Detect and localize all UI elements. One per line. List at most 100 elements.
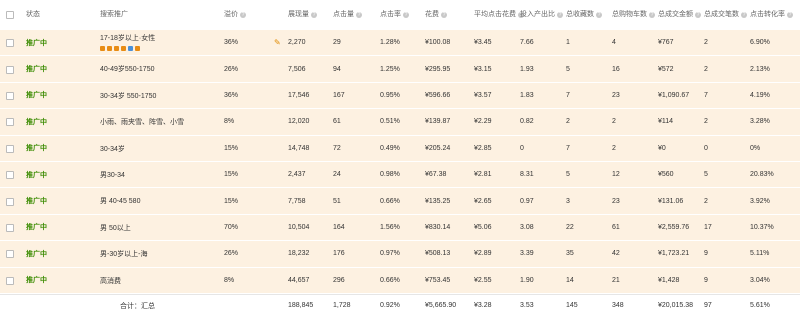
row-roi: 3.08 <box>520 223 534 231</box>
row-clicks: 61 <box>333 118 341 126</box>
row-conversion: 3.04% <box>750 276 770 284</box>
select-all-checkbox[interactable] <box>6 11 14 19</box>
row-cost: ¥753.45 <box>425 276 451 284</box>
copy-icon[interactable] <box>107 46 112 51</box>
row-sales-amount: ¥114 <box>658 118 674 126</box>
row-checkbox[interactable] <box>6 39 14 48</box>
row-cart: 42 <box>612 250 620 258</box>
edit-discount-icon[interactable]: ✎ <box>274 30 281 55</box>
help-icon[interactable]: ? <box>356 12 362 18</box>
row-sales-amount: ¥2,559.76 <box>658 223 690 231</box>
row-status[interactable]: 推广中 <box>26 83 47 108</box>
row-favorites: 35 <box>566 250 574 258</box>
row-checkbox[interactable] <box>6 250 14 259</box>
row-status[interactable]: 推广中 <box>26 109 47 134</box>
row-status[interactable]: 推广中 <box>26 241 47 266</box>
header-avg-cpc[interactable]: 平均点击花费? <box>474 0 524 30</box>
tag-icon[interactable] <box>100 46 105 51</box>
help-icon[interactable]: ? <box>403 12 409 18</box>
row-discount: 36% <box>224 39 239 47</box>
row-cost: ¥205.24 <box>425 144 451 152</box>
row-checkbox[interactable] <box>6 223 14 232</box>
row-impressions: 44,657 <box>288 276 310 284</box>
header-discount[interactable]: 溢价? <box>224 0 246 30</box>
row-ctr: 0.66% <box>380 276 400 284</box>
header-clicks[interactable]: 点击量? <box>333 0 362 30</box>
row-conversion: 10.37% <box>750 223 774 231</box>
edit-icon[interactable] <box>121 46 126 51</box>
row-sales-amount: ¥0 <box>658 144 666 152</box>
help-icon[interactable]: ? <box>557 12 563 18</box>
row-checkbox[interactable] <box>6 118 14 127</box>
row-avg-cpc: ¥5.06 <box>474 223 492 231</box>
row-conversion: 3.92% <box>750 197 770 205</box>
row-status[interactable]: 推广中 <box>26 56 47 81</box>
row-checkbox[interactable] <box>6 91 14 100</box>
row-sales-amount: ¥560 <box>658 171 674 179</box>
row-status[interactable]: 推广中 <box>26 215 47 240</box>
row-checkbox[interactable] <box>6 276 14 285</box>
row-sales-count: 9 <box>704 250 708 258</box>
header-conversion[interactable]: 点击转化率? <box>750 0 793 30</box>
report-table: 状态 搜索推广 溢价? 展现量? 点击量? 点击率? 花费? 平均点击花费? 投… <box>0 0 800 316</box>
table-row: 推广中 17-18岁以上·女性 36% ✎ 2,270 29 1.28% ¥100.08 ¥3.… <box>0 30 800 57</box>
table-row: 推广中 高消费 8% 44,657 296 0.66% ¥753.45 ¥2.55 1.90 14… <box>0 267 800 294</box>
total-label: 合计：汇总 <box>120 302 155 310</box>
row-ctr: 1.28% <box>380 39 400 47</box>
row-status[interactable]: 推广中 <box>26 188 47 213</box>
row-avg-cpc: ¥2.65 <box>474 197 492 205</box>
row-checkbox[interactable] <box>6 171 14 180</box>
row-checkbox[interactable] <box>6 144 14 153</box>
row-sales-amount: ¥1,090.67 <box>658 91 690 99</box>
row-status[interactable]: 推广中 <box>26 30 47 55</box>
header-cost[interactable]: 花费? <box>425 0 447 30</box>
header-favorites[interactable]: 总收藏数? <box>566 0 602 30</box>
row-keyword-text: 17-18岁以上·女性 <box>100 35 156 42</box>
chart-icon[interactable] <box>135 46 140 51</box>
total-favorites: 145 <box>566 302 578 309</box>
row-discount: 36% <box>224 91 239 99</box>
help-icon[interactable]: ? <box>311 12 317 18</box>
row-clicks: 24 <box>333 171 341 179</box>
row-favorites: 2 <box>566 118 570 126</box>
trend-icon[interactable] <box>128 46 133 51</box>
row-cart: 21 <box>612 276 620 284</box>
row-ctr: 0.51% <box>380 118 400 126</box>
header-impressions[interactable]: 展现量? <box>288 0 317 30</box>
row-status[interactable]: 推广中 <box>26 162 47 187</box>
help-icon[interactable]: ? <box>741 12 747 18</box>
row-status[interactable]: 推广中 <box>26 268 47 293</box>
row-avg-cpc: ¥2.81 <box>474 171 492 179</box>
total-conversion: 5.61% <box>750 302 770 309</box>
header-ctr[interactable]: 点击率? <box>380 0 409 30</box>
row-checkbox[interactable] <box>6 65 14 74</box>
header-sales-count[interactable]: 总成交笔数? <box>704 0 747 30</box>
header-sales-amount[interactable]: 总成交金额? <box>658 0 701 30</box>
help-icon[interactable]: ? <box>596 12 602 18</box>
row-status[interactable]: 推广中 <box>26 136 47 161</box>
row-sales-count: 9 <box>704 276 708 284</box>
row-ctr: 0.95% <box>380 91 400 99</box>
row-discount: 8% <box>224 276 235 284</box>
help-icon[interactable]: ? <box>240 12 246 18</box>
help-icon[interactable]: ? <box>649 12 655 18</box>
help-icon[interactable]: ? <box>441 12 447 18</box>
row-discount: 70% <box>224 223 239 231</box>
row-keyword: 男 40-45 580 <box>100 198 141 206</box>
header-cart[interactable]: 总购物车数? <box>612 0 655 30</box>
row-sales-count: 2 <box>704 118 708 126</box>
delete-icon[interactable] <box>114 46 119 51</box>
row-impressions: 14,748 <box>288 144 310 152</box>
row-discount: 26% <box>224 250 239 258</box>
row-clicks: 72 <box>333 144 341 152</box>
row-impressions: 12,020 <box>288 118 310 126</box>
row-checkbox[interactable] <box>6 197 14 206</box>
row-impressions: 2,437 <box>288 171 306 179</box>
row-roi: 7.66 <box>520 39 534 47</box>
header-roi[interactable]: 投入产出比? <box>520 0 563 30</box>
help-icon[interactable]: ? <box>787 12 793 18</box>
row-favorites: 5 <box>566 65 570 73</box>
row-conversion: 20.83% <box>750 171 774 179</box>
help-icon[interactable]: ? <box>695 12 701 18</box>
row-cost: ¥830.14 <box>425 223 451 231</box>
